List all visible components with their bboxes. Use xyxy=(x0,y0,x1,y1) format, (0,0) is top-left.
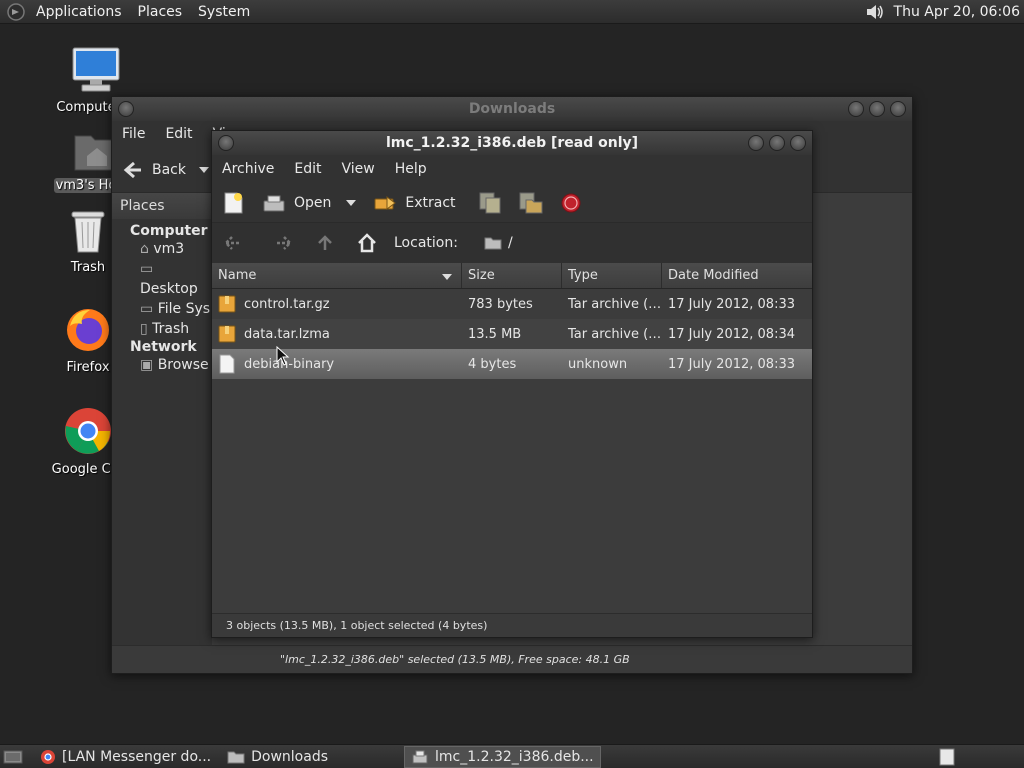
chevron-down-icon[interactable] xyxy=(198,165,210,175)
text-file-icon xyxy=(219,354,235,374)
downloads-status-text: "lmc_1.2.32_i386.deb" selected (13.5 MB)… xyxy=(280,653,630,666)
taskbar-item-archive[interactable]: lmc_1.2.32_i386.deb... xyxy=(404,745,601,768)
clock[interactable]: Thu Apr 20, 06:06 xyxy=(894,4,1020,20)
chevron-down-icon[interactable] xyxy=(345,198,357,208)
column-size[interactable]: Size xyxy=(462,263,562,288)
drive-icon: ▭ xyxy=(140,301,154,317)
column-name[interactable]: Name xyxy=(212,263,462,288)
volume-icon[interactable] xyxy=(864,1,886,23)
sidebar-item-browse-network[interactable]: ▣ Browse xyxy=(140,355,212,375)
location-bar: Location: / xyxy=(212,223,812,263)
network-icon: ▣ xyxy=(140,357,154,373)
menu-system[interactable]: System xyxy=(190,0,258,24)
new-document-icon xyxy=(224,192,243,213)
extract-button[interactable]: Extract xyxy=(373,193,456,213)
location-label: Location: xyxy=(394,235,458,251)
back-arrow-icon xyxy=(123,161,141,178)
trash-small-icon: ▯ xyxy=(140,321,148,337)
close-button[interactable] xyxy=(790,135,806,151)
add-files-button[interactable] xyxy=(478,191,504,215)
archive-menubar: Archive Edit View Help xyxy=(212,155,812,183)
add-folder-icon xyxy=(519,192,543,213)
menu-help[interactable]: Help xyxy=(385,161,437,177)
file-list-header: Name Size Type Date Modified xyxy=(212,263,812,289)
archive-status-text: 3 objects (13.5 MB), 1 object selected (… xyxy=(226,619,488,632)
stop-icon xyxy=(561,193,581,212)
table-row-selected[interactable]: debian-binary 4 bytes unknown 17 July 20… xyxy=(212,349,812,379)
add-files-icon xyxy=(479,192,501,213)
folder-icon xyxy=(484,237,502,250)
archive-titlebar[interactable]: lmc_1.2.32_i386.deb [read only] xyxy=(212,131,812,155)
maximize-button[interactable] xyxy=(869,101,885,117)
table-row[interactable]: data.tar.lzma 13.5 MB Tar archive (… 17 … xyxy=(212,319,812,349)
menu-edit[interactable]: Edit xyxy=(155,126,202,142)
stop-button[interactable] xyxy=(560,192,582,214)
mouse-cursor-icon xyxy=(276,346,290,366)
sidebar-header-network: Network xyxy=(130,339,197,355)
home-icon: ⌂ xyxy=(140,241,149,257)
column-type[interactable]: Type xyxy=(562,263,662,288)
archive-file-icon xyxy=(218,295,236,313)
archive-toolbar: Open Extract xyxy=(212,183,812,223)
archive-manager-small-icon xyxy=(412,750,428,763)
taskbar-item-lan-messenger[interactable]: [LAN Messenger do... xyxy=(34,746,217,768)
sidebar-item-trash[interactable]: ▯ Trash xyxy=(140,319,212,339)
sidebar-item-vm3[interactable]: ⌂ vm3 xyxy=(140,239,212,259)
trash-icon xyxy=(71,211,105,253)
back-button[interactable]: Back xyxy=(122,159,210,181)
top-panel: Applications Places System Thu Apr 20, 0… xyxy=(0,0,1024,24)
table-row[interactable]: control.tar.gz 783 bytes Tar archive (… … xyxy=(212,289,812,319)
menu-applications[interactable]: Applications xyxy=(28,0,130,24)
places-sidebar: Places Computer ⌂ vm3 ▭ Desktop ▭ File S… xyxy=(112,193,212,647)
open-button[interactable]: Open xyxy=(262,193,357,213)
sidebar-item-desktop[interactable]: ▭ Desktop xyxy=(140,259,212,299)
menu-archive[interactable]: Archive xyxy=(212,161,284,177)
minimize-button[interactable] xyxy=(748,135,764,151)
taskbar-item-downloads[interactable]: Downloads xyxy=(221,746,334,768)
gnome-foot-icon[interactable] xyxy=(6,2,26,22)
archive-statusbar: 3 objects (13.5 MB), 1 object selected (… xyxy=(212,613,812,637)
maximize-button[interactable] xyxy=(769,135,785,151)
menu-file[interactable]: File xyxy=(112,126,155,142)
sidebar-title[interactable]: Places xyxy=(112,193,212,219)
archive-window: lmc_1.2.32_i386.deb [read only] Archive … xyxy=(211,130,813,638)
extract-icon xyxy=(374,195,397,210)
column-date-modified[interactable]: Date Modified xyxy=(662,263,812,288)
bottom-panel: [LAN Messenger do... Downloads lmc_1.2.3… xyxy=(0,744,1024,768)
window-title: lmc_1.2.32_i386.deb [read only] xyxy=(385,135,639,151)
workspace-switcher-icon[interactable] xyxy=(938,747,956,767)
desktop-icon-label: vm3's Ho xyxy=(53,178,119,193)
add-folder-button[interactable] xyxy=(518,191,544,215)
open-archive-icon xyxy=(263,195,285,211)
sort-desc-icon xyxy=(442,274,452,280)
home-icon[interactable] xyxy=(356,232,378,254)
up-icon[interactable] xyxy=(314,232,336,254)
window-menu-button[interactable] xyxy=(118,101,134,117)
firefox-icon xyxy=(67,309,109,351)
archive-file-icon xyxy=(218,325,236,343)
show-desktop-icon[interactable] xyxy=(2,748,24,766)
menu-edit[interactable]: Edit xyxy=(284,161,331,177)
location-value[interactable]: / xyxy=(508,235,513,251)
downloads-titlebar[interactable]: Downloads xyxy=(112,97,912,121)
computer-icon xyxy=(72,47,120,92)
window-menu-button[interactable] xyxy=(218,135,234,151)
menu-places[interactable]: Places xyxy=(130,0,191,24)
chrome-icon xyxy=(65,408,111,454)
desktop-icon: ▭ xyxy=(140,261,154,277)
close-button[interactable] xyxy=(890,101,906,117)
downloads-statusbar: "lmc_1.2.32_i386.deb" selected (13.5 MB)… xyxy=(112,645,912,673)
file-list: control.tar.gz 783 bytes Tar archive (… … xyxy=(212,289,812,519)
forward-icon[interactable] xyxy=(272,232,294,254)
new-archive-button[interactable] xyxy=(222,191,244,215)
folder-small-icon xyxy=(227,751,245,763)
window-title: Downloads xyxy=(468,101,556,117)
sidebar-item-filesystem[interactable]: ▭ File Sys xyxy=(140,299,212,319)
back-icon[interactable] xyxy=(222,232,244,254)
sidebar-header-computer: Computer xyxy=(130,223,208,239)
minimize-button[interactable] xyxy=(848,101,864,117)
chrome-small-icon xyxy=(41,749,55,764)
menu-view[interactable]: View xyxy=(332,161,385,177)
